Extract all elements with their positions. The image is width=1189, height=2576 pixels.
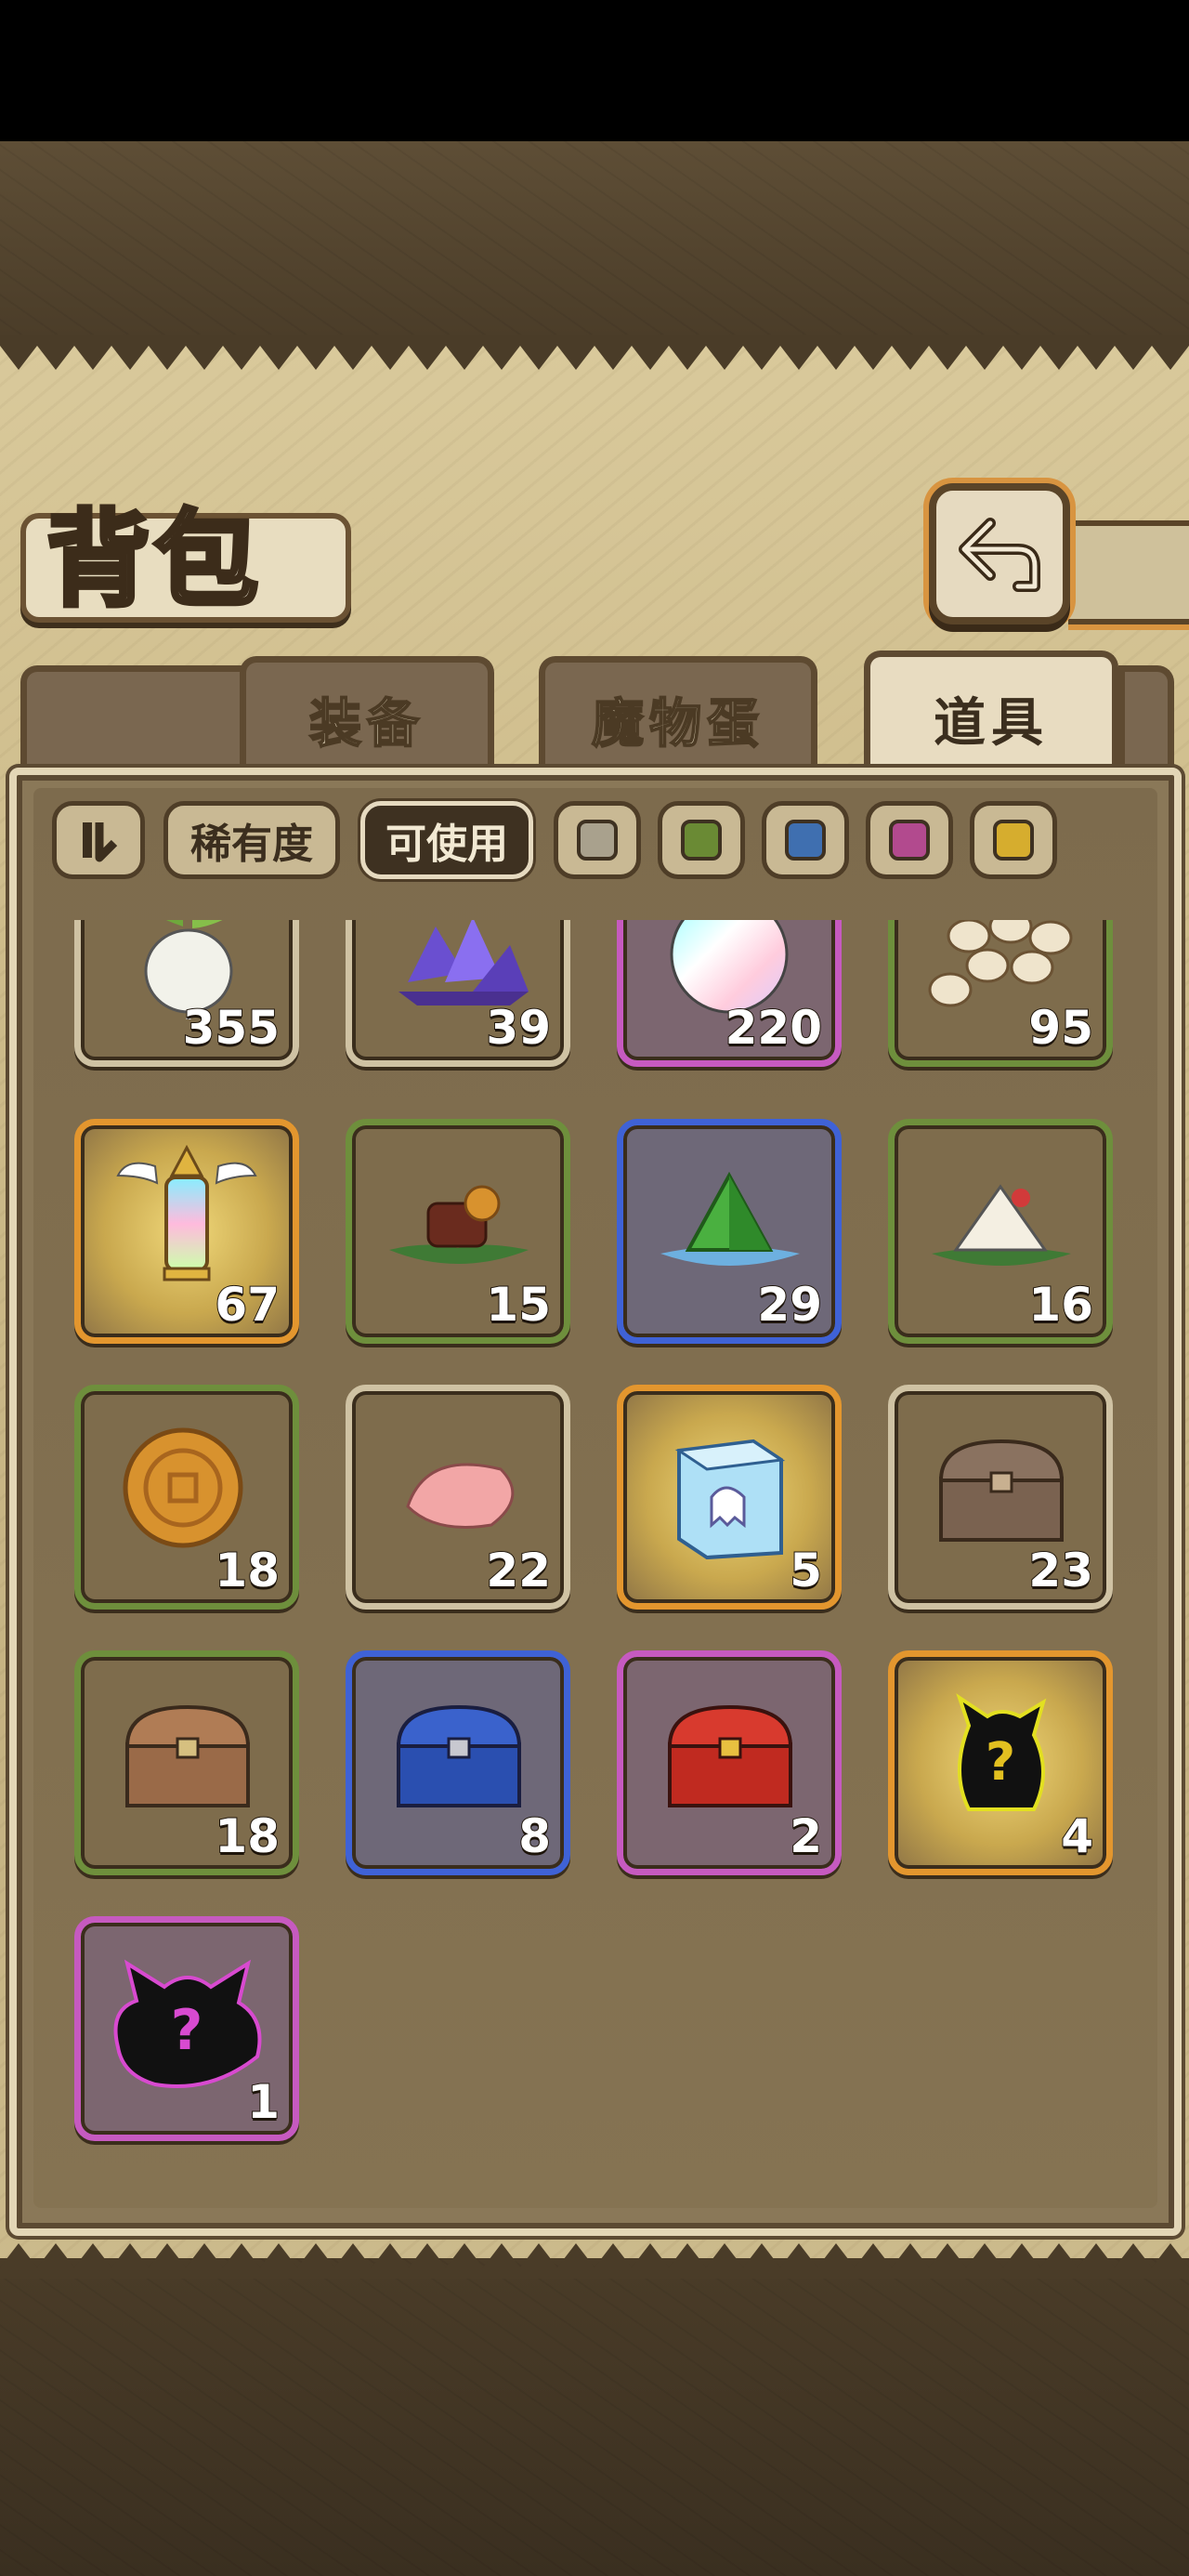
- back-button-rail: [1068, 520, 1189, 624]
- sort-order-button[interactable]: [52, 801, 145, 879]
- blue-swatch: [785, 820, 826, 861]
- item-count: 355: [182, 1000, 281, 1056]
- item-count: 29: [756, 1277, 823, 1333]
- item-slot-green-crystal[interactable]: 29: [617, 1119, 842, 1344]
- item-slot-crystal-cluster[interactable]: 39: [346, 920, 570, 1067]
- wooden-chest-icon: [938, 1439, 1065, 1542]
- tab-bar-edge-right: [1118, 665, 1174, 777]
- zigzag-border-top: [0, 335, 1189, 370]
- filter-usable-label: 可使用: [385, 821, 508, 868]
- grey-swatch: [577, 820, 618, 861]
- item-count: 1: [246, 2074, 281, 2130]
- item-count: 95: [1027, 1000, 1094, 1056]
- blue-chest-icon: [396, 1704, 522, 1807]
- item-slot-pink-petal[interactable]: 22: [346, 1385, 570, 1610]
- filter-usable-button[interactable]: 可使用: [360, 801, 533, 879]
- rice-dumpling-icon: [932, 1184, 1071, 1266]
- tab-bar-edge-left: [20, 665, 253, 777]
- item-count: 15: [485, 1277, 552, 1333]
- item-slot-blue-chest[interactable]: 8: [346, 1650, 570, 1875]
- item-count: 2: [789, 1808, 823, 1864]
- svg-text:?: ?: [171, 1998, 203, 2063]
- item-count: 23: [1027, 1543, 1094, 1598]
- item-count: 67: [214, 1277, 281, 1333]
- item-slot-bronze-chest[interactable]: 18: [74, 1650, 299, 1875]
- green-swatch: [681, 820, 722, 861]
- mystery-demon-icon: ?: [113, 1959, 262, 2088]
- winged-lantern-icon: [116, 1144, 257, 1281]
- filter-gold-button[interactable]: [970, 801, 1057, 879]
- mystery-monster-icon: ?: [956, 1693, 1047, 1811]
- item-count: 220: [725, 1000, 823, 1056]
- item-count: 4: [1060, 1808, 1094, 1864]
- map-background-bottom: [0, 2258, 1189, 2576]
- item-count: 8: [517, 1808, 552, 1864]
- item-count: 39: [485, 1000, 552, 1056]
- page-title: 背包: [45, 497, 262, 624]
- item-slot-mooncake[interactable]: 18: [74, 1385, 299, 1610]
- mooncake-icon: [123, 1427, 243, 1548]
- filter-rarity-button[interactable]: 稀有度: [163, 801, 340, 879]
- svg-text:?: ?: [986, 1732, 1015, 1793]
- green-crystal-icon: [660, 1171, 800, 1266]
- item-count: 18: [214, 1808, 281, 1864]
- filter-grey-button[interactable]: [554, 801, 641, 879]
- gold-swatch: [993, 820, 1034, 861]
- item-slot-chocolate-cake[interactable]: 15: [346, 1119, 570, 1344]
- tab-label: 魔物蛋: [591, 693, 764, 756]
- filter-green-button[interactable]: [658, 801, 745, 879]
- item-slot-mystery-demon[interactable]: ? 1: [74, 1916, 299, 2141]
- item-count: 5: [789, 1543, 823, 1598]
- item-slot-mystery-monster[interactable]: ? 4: [888, 1650, 1113, 1875]
- item-slot-winged-lantern[interactable]: 67: [74, 1119, 299, 1344]
- tab-equipment[interactable]: 装备: [240, 656, 494, 777]
- map-background-top: [0, 141, 1189, 346]
- filter-purple-button[interactable]: [866, 801, 953, 879]
- item-slot-rice-dumpling[interactable]: 16: [888, 1119, 1113, 1344]
- bronze-chest-icon: [124, 1704, 251, 1807]
- purple-swatch: [889, 820, 930, 861]
- return-arrow-icon: [959, 518, 1040, 592]
- tab-label: 道具: [934, 693, 1049, 754]
- item-count: 22: [485, 1543, 552, 1598]
- item-slot-wooden-chest[interactable]: 23: [888, 1385, 1113, 1610]
- item-slot-radish[interactable]: 355: [74, 920, 299, 1067]
- filter-rarity-label: 稀有度: [190, 821, 313, 868]
- item-grid: 355 39 220 95 67 15 29 16 18 22 5 23 18 …: [33, 920, 1157, 2202]
- item-slot-beans[interactable]: 95: [888, 920, 1113, 1067]
- pink-petal-icon: [406, 1463, 515, 1529]
- chocolate-cake-icon: [389, 1185, 529, 1264]
- tab-label: 装备: [308, 693, 425, 756]
- back-button[interactable]: [929, 483, 1070, 624]
- tab-items[interactable]: 道具: [864, 651, 1118, 781]
- tab-monster-eggs[interactable]: 魔物蛋: [539, 656, 817, 777]
- item-slot-red-chest[interactable]: 2: [617, 1650, 842, 1875]
- ghost-box-icon: [674, 1439, 786, 1560]
- red-chest-icon: [667, 1704, 793, 1807]
- item-count: 18: [214, 1543, 281, 1598]
- zigzag-border-bottom: [0, 2243, 1189, 2279]
- sort-icon: [83, 822, 118, 862]
- item-slot-ghost-box[interactable]: 5: [617, 1385, 842, 1610]
- item-slot-rainbow-egg[interactable]: 220: [617, 920, 842, 1067]
- filter-blue-button[interactable]: [762, 801, 849, 879]
- item-count: 16: [1027, 1277, 1094, 1333]
